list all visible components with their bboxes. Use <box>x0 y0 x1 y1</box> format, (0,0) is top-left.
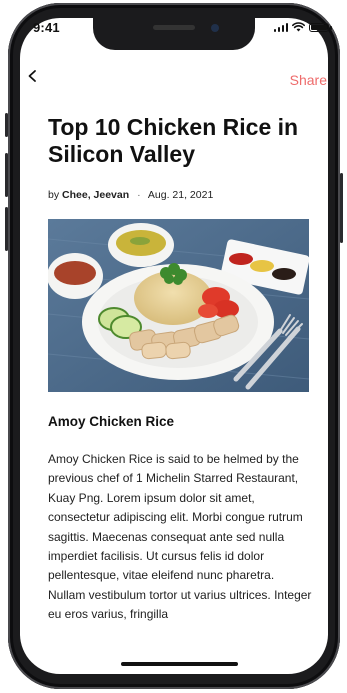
wifi-icon <box>292 22 305 32</box>
power-button <box>340 173 343 243</box>
byline-separator: · <box>137 189 141 201</box>
byline-date: Aug. 21, 2021 <box>147 189 214 201</box>
battery-icon <box>309 23 332 32</box>
cellular-signal-icon <box>273 22 288 32</box>
back-button[interactable] <box>25 66 41 86</box>
speaker-grille <box>153 25 195 30</box>
volume-up-button <box>5 153 8 197</box>
section-title: Amoy Chicken Rice <box>48 414 175 429</box>
notch <box>93 18 255 50</box>
chicken-rice-photo <box>48 219 309 392</box>
article-title: Top 10 Chicken Rice in Silicon Valley <box>48 114 299 167</box>
byline: by Chee, Jeevan · Aug. 21, 2021 <box>48 189 213 201</box>
home-indicator[interactable] <box>121 662 238 666</box>
byline-prefix: by <box>48 189 60 201</box>
silent-switch <box>5 113 8 137</box>
front-camera <box>211 24 219 32</box>
chevron-left-icon <box>28 70 36 82</box>
byline-authors[interactable]: Chee, Jeevan <box>62 189 129 201</box>
status-time: 9:41 <box>33 20 60 35</box>
article-body: Amoy Chicken Rice is said to be helmed b… <box>48 452 312 622</box>
status-icons <box>273 22 332 32</box>
share-button[interactable]: Share <box>290 72 327 88</box>
volume-down-button <box>5 207 8 251</box>
